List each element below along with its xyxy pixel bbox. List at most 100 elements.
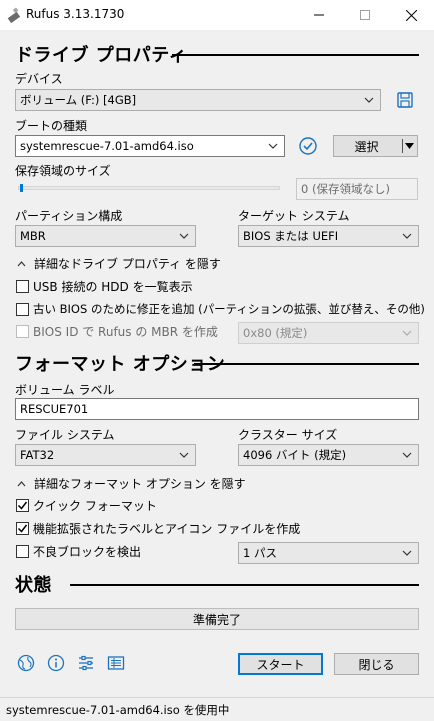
section-divider [172,54,419,56]
globe-icon [17,654,35,672]
partition-label: パーティション構成 [15,209,123,223]
about-button[interactable] [47,654,65,675]
filesystem-value: FAT32 [20,448,55,462]
persistent-size-value: 0 (保存領域なし) [301,182,390,196]
section-divider [70,584,419,586]
chevron-down-icon [268,143,278,149]
advanced-format-toggle-label: 詳細なフォーマット オプション を隠す [34,477,246,491]
maximize-icon [360,10,370,20]
volume-label-input[interactable]: RESCUE701 [15,398,419,420]
usb-hdd-checkbox[interactable]: USB 接続の HDD を一覧表示 [16,278,193,295]
app-usb-icon [7,7,21,23]
usb-hdd-label: USB 接続の HDD を一覧表示 [33,280,193,294]
split-divider [402,139,403,153]
chevron-down-icon [402,452,412,458]
extended-label-label: 機能拡張されたラベルとアイコン ファイルを作成 [33,522,301,536]
status-bar: systemrescue-7.01-amd64.iso を使用中 [0,697,434,721]
start-button[interactable]: スタート [238,653,323,675]
close-window-button[interactable] [388,0,434,30]
partition-select[interactable]: MBR [15,225,196,247]
status-heading: 状態 [15,575,52,596]
progress-text: 準備完了 [192,612,241,627]
close-icon [405,9,417,21]
device-label: デバイス [15,72,63,86]
device-value: ボリューム (F:) [4GB] [20,93,137,107]
quick-format-checkbox[interactable]: クイック フォーマット [16,497,157,514]
start-button-label: スタート [256,657,305,672]
target-system-label: ターゲット システム [238,209,350,223]
extended-label-checkbox-box[interactable] [16,522,29,535]
chevron-up-icon [17,260,26,266]
cluster-size-value: 4096 バイト (規定) [243,448,347,462]
check-circle-icon [299,137,317,155]
log-button[interactable] [107,654,125,675]
cluster-size-label: クラスター サイズ [238,428,338,442]
extended-label-checkbox[interactable]: 機能拡張されたラベルとアイコン ファイルを作成 [16,520,300,537]
bad-blocks-passes-select[interactable]: 1 パス [238,542,419,564]
advanced-format-toggle[interactable]: 詳細なフォーマット オプション を隠す [17,475,246,492]
bios-id-checkbox-box [16,325,29,338]
dropdown-arrow-icon[interactable] [405,143,414,149]
settings-button[interactable] [77,654,95,675]
bios-id-select: 0x80 (規定) [238,322,419,344]
volume-label-value: RESCUE701 [20,402,89,416]
device-select[interactable]: ボリューム (F:) [4GB] [15,89,381,111]
select-button[interactable]: 選択 [333,135,418,157]
title-bar: Rufus 3.13.1730 [0,0,434,30]
old-bios-checkbox[interactable]: 古い BIOS のために修正を追加 (パーティションの拡張、並び替え、その他) [16,301,425,317]
target-system-value: BIOS または UEFI [243,229,339,243]
cluster-size-select[interactable]: 4096 バイト (規定) [238,444,419,466]
volume-label-label: ボリューム ラベル [15,383,115,397]
select-button-label: 選択 [354,139,379,154]
chevron-up-icon [17,480,26,486]
checkmark-icon [17,524,28,533]
bios-id-checkbox: BIOS ID で Rufus の MBR を作成 [16,323,218,340]
chevron-down-icon [179,233,189,239]
filesystem-label: ファイル システム [15,428,115,442]
language-button[interactable] [17,654,35,675]
persistent-size-field: 0 (保存領域なし) [296,178,418,200]
checkmark-icon [17,501,28,510]
save-drive-button[interactable] [396,91,414,109]
usb-hdd-checkbox-box[interactable] [16,280,29,293]
quick-format-checkbox-box[interactable] [16,499,29,512]
partition-value: MBR [20,229,46,243]
maximize-button[interactable] [342,0,388,30]
old-bios-checkbox-box[interactable] [16,302,29,316]
close-button[interactable]: 閉じる [334,653,419,675]
save-icon [397,92,413,108]
persistent-slider[interactable] [18,186,280,190]
bad-blocks-checkbox-box[interactable] [16,545,29,558]
status-bar-text: systemrescue-7.01-amd64.iso を使用中 [6,702,230,717]
window-title: Rufus 3.13.1730 [26,7,125,21]
section-divider [194,363,419,365]
persistent-label: 保存領域のサイズ [15,164,111,178]
advanced-drive-toggle-label: 詳細なドライブ プロパティ を隠す [34,257,221,271]
boot-type-select[interactable]: systemrescue-7.01-amd64.iso [15,135,285,157]
boot-type-label: ブートの種類 [15,119,88,133]
target-system-select[interactable]: BIOS または UEFI [238,225,419,247]
close-button-label: 閉じる [358,657,395,672]
chevron-down-icon [402,233,412,239]
persistent-slider-thumb[interactable] [20,184,23,192]
bios-id-label: BIOS ID で Rufus の MBR を作成 [33,325,218,339]
log-icon [107,656,125,670]
progress-bar: 準備完了 [15,608,419,630]
settings-icon [79,655,93,671]
minimize-button[interactable] [296,0,342,30]
bios-id-value: 0x80 (規定) [243,326,308,340]
quick-format-label: クイック フォーマット [33,499,157,513]
drive-properties-heading: ドライブ プロパティ [15,45,188,66]
info-icon [47,654,65,672]
chevron-down-icon [179,452,189,458]
filesystem-select[interactable]: FAT32 [15,444,196,466]
bad-blocks-checkbox[interactable]: 不良ブロックを検出 [16,543,141,560]
bad-blocks-label: 不良ブロックを検出 [33,545,142,559]
verify-button[interactable] [298,136,318,156]
chevron-down-icon [402,330,412,336]
chevron-down-icon [364,97,374,103]
minimize-icon [314,14,324,16]
boot-type-value: systemrescue-7.01-amd64.iso [20,139,194,153]
advanced-drive-toggle[interactable]: 詳細なドライブ プロパティ を隠す [17,255,221,272]
chevron-down-icon [402,550,412,556]
